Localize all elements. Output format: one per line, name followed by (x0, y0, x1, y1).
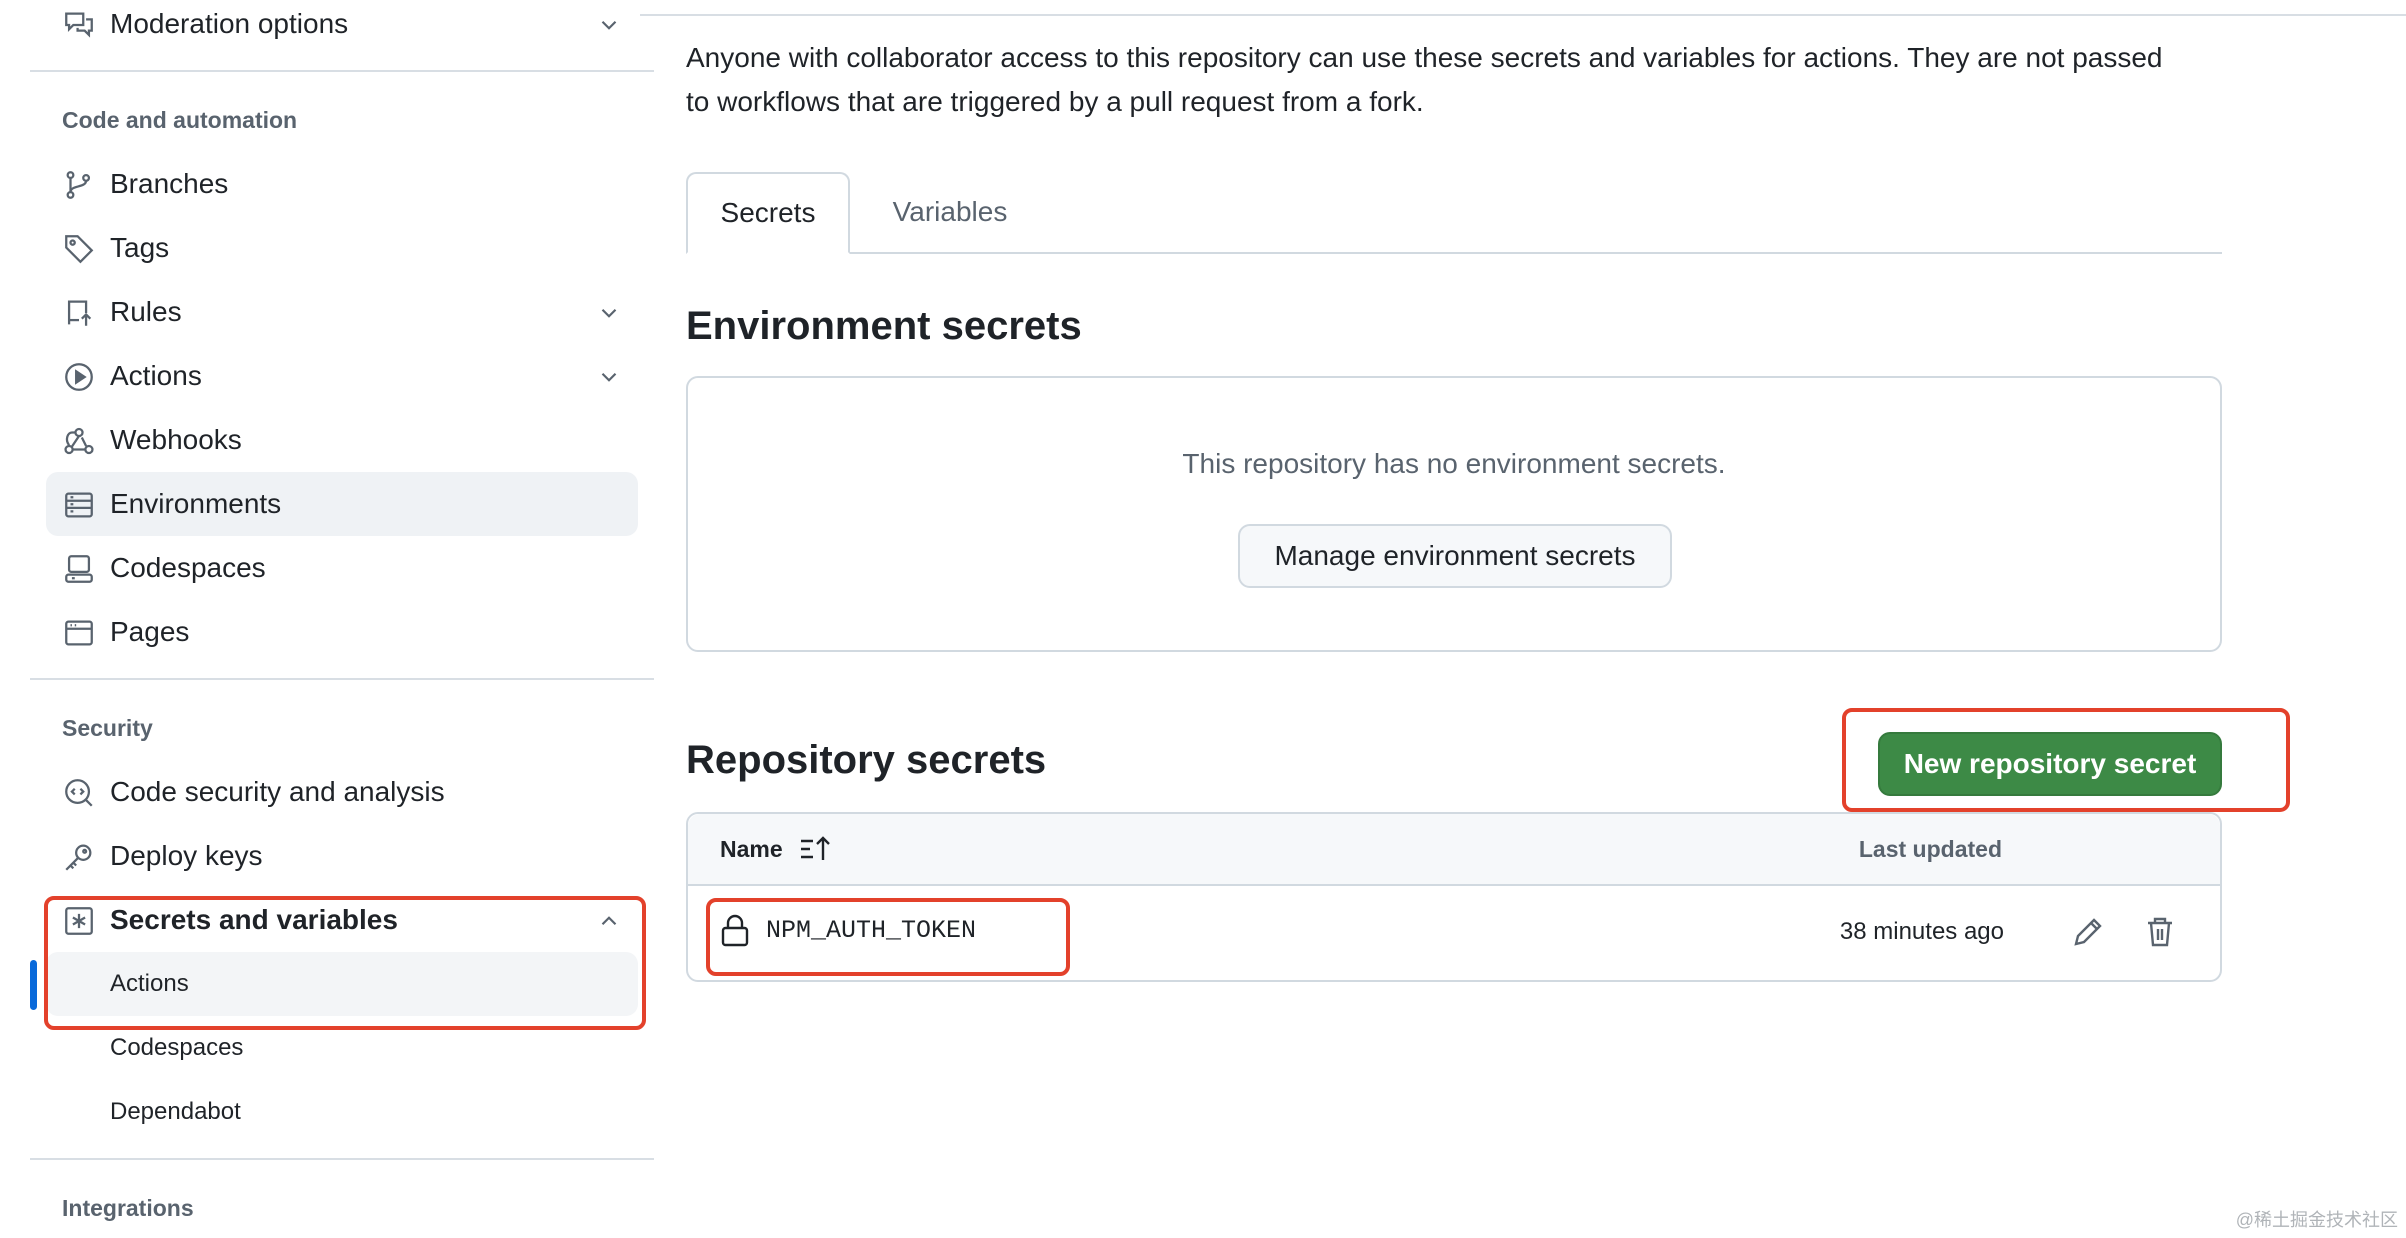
manage-environment-secrets-button[interactable]: Manage environment secrets (1238, 524, 1672, 588)
watermark: @稀土掘金技术社区 (2235, 1210, 2398, 1230)
secret-name: NPM_AUTH_TOKEN (766, 916, 977, 945)
sidebar-item-label: Secrets and variables (110, 904, 398, 935)
sidebar-divider (30, 1158, 654, 1160)
sidebar-subitem-actions[interactable]: Actions (46, 952, 638, 1016)
tab-secrets[interactable]: Secrets (686, 172, 850, 254)
sidebar-subitem-label: Actions (110, 970, 189, 997)
sidebar-item-actions[interactable]: Actions (46, 344, 638, 408)
section-heading-code-automation: Code and automation (62, 107, 298, 133)
secret-last-updated: 38 minutes ago (1839, 918, 2004, 945)
sidebar-item-label: Webhooks (110, 424, 242, 455)
environment-secrets-heading: Environment secrets (686, 304, 1082, 348)
sidebar-item-codespaces[interactable]: Codespaces (46, 536, 638, 600)
sidebar-item-label: Environments (110, 488, 282, 519)
lock-icon (720, 914, 750, 948)
section-heading-integrations: Integrations (62, 1195, 194, 1221)
sidebar-item-label: Moderation options (110, 8, 349, 39)
environment-secrets-panel: This repository has no environment secre… (686, 376, 2222, 652)
sidebar-item-environments[interactable]: Environments (46, 472, 638, 536)
sidebar-item-branches[interactable]: Branches (46, 152, 638, 216)
sidebar-item-tags[interactable]: Tags (46, 216, 638, 280)
play-icon (62, 360, 96, 394)
sidebar-item-label: Code security and analysis (110, 776, 445, 807)
sidebar-item-label: Branches (110, 168, 229, 199)
sidebar-item-secrets-and-variables[interactable]: Secrets and variables (46, 888, 638, 952)
sidebar-item-label: Rules (110, 296, 182, 327)
table-row: NPM_AUTH_TOKEN 38 minutes ago (688, 886, 2220, 978)
sidebar-item-code-security[interactable]: Code security and analysis (46, 760, 638, 824)
sidebar-subitem-codespaces[interactable]: Codespaces (46, 1016, 638, 1080)
tab-bar: Secrets Variables (686, 172, 2222, 254)
tab-variables[interactable]: Variables (868, 172, 1032, 252)
sidebar-item-deploy-keys[interactable]: Deploy keys (46, 824, 638, 888)
codescan-icon (62, 776, 96, 810)
sidebar-item-pages[interactable]: Pages (46, 600, 638, 664)
sidebar-item-label: Tags (110, 232, 170, 263)
sort-ascending-icon[interactable] (798, 834, 834, 864)
sidebar-item-label: Actions (110, 360, 202, 391)
browser-icon (62, 616, 96, 650)
settings-sidebar: Moderation options Code and automation B… (0, 0, 660, 1238)
sidebar-item-label: Deploy keys (110, 840, 263, 871)
git-branch-icon (62, 168, 96, 202)
sidebar-item-rules[interactable]: Rules (46, 280, 638, 344)
repository-secrets-table: Name Last updated NPM_AUTH_TOKEN 38 minu… (686, 812, 2222, 982)
tag-icon (62, 232, 96, 266)
empty-state-text: This repository has no environment secre… (1182, 448, 1726, 479)
new-repository-secret-button[interactable]: New repository secret (1878, 732, 2222, 796)
sidebar-item-label: Codespaces (110, 552, 266, 583)
chevron-down-icon[interactable] (596, 12, 622, 38)
active-indicator (30, 960, 37, 1010)
column-header-name[interactable]: Name (720, 836, 783, 863)
webhook-icon (62, 424, 96, 458)
codespaces-icon (62, 552, 96, 586)
section-heading-security: Security (62, 715, 153, 741)
server-icon (62, 488, 96, 522)
sidebar-divider (30, 678, 654, 680)
sidebar-subitem-label: Codespaces (110, 1034, 244, 1061)
sidebar-divider (30, 70, 654, 72)
pencil-icon[interactable] (2068, 912, 2108, 952)
column-header-last-updated: Last updated (1858, 836, 2002, 862)
table-header: Name Last updated (688, 814, 2220, 886)
sidebar-item-webhooks[interactable]: Webhooks (46, 408, 638, 472)
key-icon (62, 840, 96, 874)
trash-icon[interactable] (2140, 912, 2180, 952)
sidebar-subitem-dependabot[interactable]: Dependabot (46, 1080, 638, 1144)
asterisk-icon (62, 904, 96, 938)
sidebar-item-label: Pages (110, 616, 190, 647)
chevron-up-icon[interactable] (596, 908, 622, 934)
chevron-down-icon[interactable] (596, 300, 622, 326)
top-border (640, 14, 2406, 16)
page-description: Anyone with collaborator access to this … (686, 42, 2163, 117)
sidebar-item-moderation-options[interactable]: Moderation options (46, 0, 638, 56)
comment-discussion-icon (62, 8, 96, 42)
chevron-down-icon[interactable] (596, 364, 622, 390)
sidebar-subitem-label: Dependabot (110, 1098, 241, 1125)
repository-secrets-heading: Repository secrets (686, 738, 1047, 782)
repo-push-icon (62, 296, 96, 330)
